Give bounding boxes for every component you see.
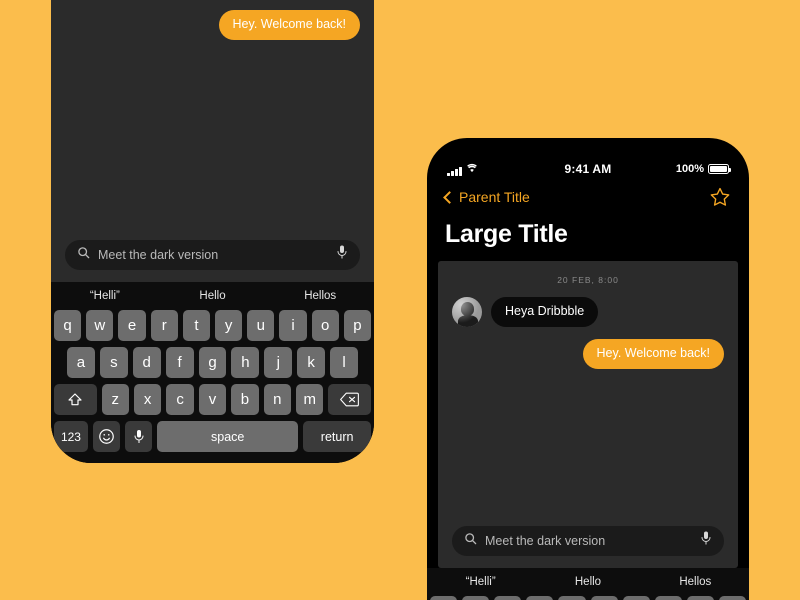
key-y[interactable]: y (590, 596, 618, 600)
incoming-bubble: Heya Dribbble (491, 297, 599, 327)
date-separator: 20 FEB, 8:00 (557, 275, 619, 285)
key-h[interactable]: h (231, 347, 260, 378)
back-button-label: Parent Title (459, 189, 530, 205)
key-o[interactable]: o (311, 310, 339, 341)
search-placeholder: Meet the dark version (98, 248, 219, 262)
key-g[interactable]: g (198, 347, 227, 378)
key-t[interactable]: t (558, 596, 586, 600)
chat-panel-left: Heya Dribbble Hey. Welcome back! Meet th… (51, 0, 374, 282)
keyboard-row-1: q w e r t y u i o p (427, 596, 749, 600)
design-canvas: Heya Dribbble Hey. Welcome back! Meet th… (0, 0, 800, 600)
key-a[interactable]: a (67, 347, 95, 378)
keyboard-row-1: q w e r t y u i o p (51, 310, 374, 341)
search-icon (464, 532, 477, 550)
key-c[interactable]: c (166, 384, 194, 415)
key-q[interactable]: q (430, 596, 458, 600)
search-input-left[interactable]: Meet the dark version (65, 240, 360, 270)
key-x[interactable]: x (133, 384, 162, 415)
numbers-key[interactable]: 123 (54, 421, 88, 452)
favorite-button[interactable] (709, 186, 731, 208)
chat-panel-right: 20 FEB, 8:00 Heya Dribbble Hey. Welcome … (438, 261, 738, 568)
chevron-left-icon (443, 190, 456, 204)
suggestion-item[interactable]: Hello (534, 576, 641, 588)
navigation-bar: Parent Title (427, 182, 749, 212)
key-n[interactable]: n (263, 384, 292, 415)
person-avatar (452, 297, 482, 327)
key-t[interactable]: t (182, 310, 210, 341)
microphone-icon[interactable] (700, 531, 712, 551)
phone-mockup-right: 9:41 AM 100% Parent Title Large Title 20… (427, 138, 749, 600)
key-k[interactable]: k (297, 347, 326, 378)
key-y[interactable]: y (215, 310, 243, 341)
key-j[interactable]: j (264, 347, 293, 378)
suggestion-bar-left: “Helli” Hello Hellos (51, 282, 374, 310)
key-f[interactable]: f (165, 347, 194, 378)
key-b[interactable]: b (231, 384, 259, 415)
search-placeholder: Meet the dark version (485, 534, 606, 548)
suggestion-item[interactable]: Hellos (642, 576, 749, 588)
outgoing-bubble: Hey. Welcome back! (582, 339, 724, 369)
key-w[interactable]: w (462, 596, 490, 600)
backspace-icon[interactable] (328, 384, 371, 415)
keyboard-row-2: a s d f g h j k l (51, 347, 374, 378)
key-r[interactable]: r (150, 310, 178, 341)
message-row-outgoing: Hey. Welcome back! (452, 339, 724, 369)
emoji-icon[interactable] (92, 421, 121, 452)
key-l[interactable]: l (330, 347, 359, 378)
dictation-microphone-icon[interactable] (125, 421, 153, 452)
key-e[interactable]: e (494, 596, 522, 600)
page-title: Large Title (445, 220, 568, 248)
star-outline-icon (709, 187, 731, 212)
phone-mockup-left: Heya Dribbble Hey. Welcome back! Meet th… (51, 0, 374, 463)
suggestion-item[interactable]: Hello (159, 290, 267, 302)
key-q[interactable]: q (53, 310, 82, 341)
keyboard-row-4: 123 space return (51, 421, 374, 452)
key-o[interactable]: o (686, 596, 714, 600)
search-input-right[interactable]: Meet the dark version (452, 526, 724, 556)
status-bar: 9:41 AM 100% (427, 156, 749, 182)
key-s[interactable]: s (99, 347, 128, 378)
message-row-incoming: Heya Dribbble (452, 297, 724, 327)
return-key[interactable]: return (303, 421, 372, 452)
key-m[interactable]: m (296, 384, 324, 415)
message-row-outgoing: Hey. Welcome back! (65, 10, 360, 40)
back-button[interactable]: Parent Title (443, 189, 530, 205)
message-list-right: Heya Dribbble Hey. Welcome back! (438, 289, 738, 526)
message-list-left: Heya Dribbble Hey. Welcome back! (51, 0, 374, 240)
microphone-icon[interactable] (336, 245, 348, 265)
key-v[interactable]: v (198, 384, 227, 415)
key-w[interactable]: w (86, 310, 114, 341)
status-bar-time: 9:41 AM (564, 162, 612, 176)
suggestion-item[interactable]: “Helli” (427, 576, 534, 588)
suggestion-bar-right: “Helli” Hello Hellos (427, 568, 749, 596)
battery-icon (708, 164, 731, 174)
keyboard-row-3: z x c v b n m (51, 384, 374, 415)
key-i[interactable]: i (279, 310, 307, 341)
key-i[interactable]: i (654, 596, 682, 600)
key-p[interactable]: p (343, 310, 372, 341)
keyboard-right: “Helli” Hello Hellos q w e r t y u i o p (427, 568, 749, 600)
key-u[interactable]: u (247, 310, 275, 341)
key-z[interactable]: z (101, 384, 129, 415)
outgoing-bubble: Hey. Welcome back! (218, 10, 360, 40)
key-e[interactable]: e (118, 310, 146, 341)
space-key[interactable]: space (157, 421, 299, 452)
suggestion-item[interactable]: “Helli” (51, 290, 159, 302)
keyboard-left: “Helli” Hello Hellos q w e r t y u i o p (51, 282, 374, 463)
shift-icon[interactable] (54, 384, 97, 415)
screen-left: Heya Dribbble Hey. Welcome back! Meet th… (51, 0, 374, 463)
suggestion-item[interactable]: Hellos (266, 290, 374, 302)
screen-right: 9:41 AM 100% Parent Title Large Title 20… (427, 138, 749, 600)
key-r[interactable]: r (526, 596, 554, 600)
key-u[interactable]: u (622, 596, 650, 600)
key-d[interactable]: d (132, 347, 161, 378)
search-icon (77, 246, 90, 264)
key-p[interactable]: p (718, 596, 746, 600)
